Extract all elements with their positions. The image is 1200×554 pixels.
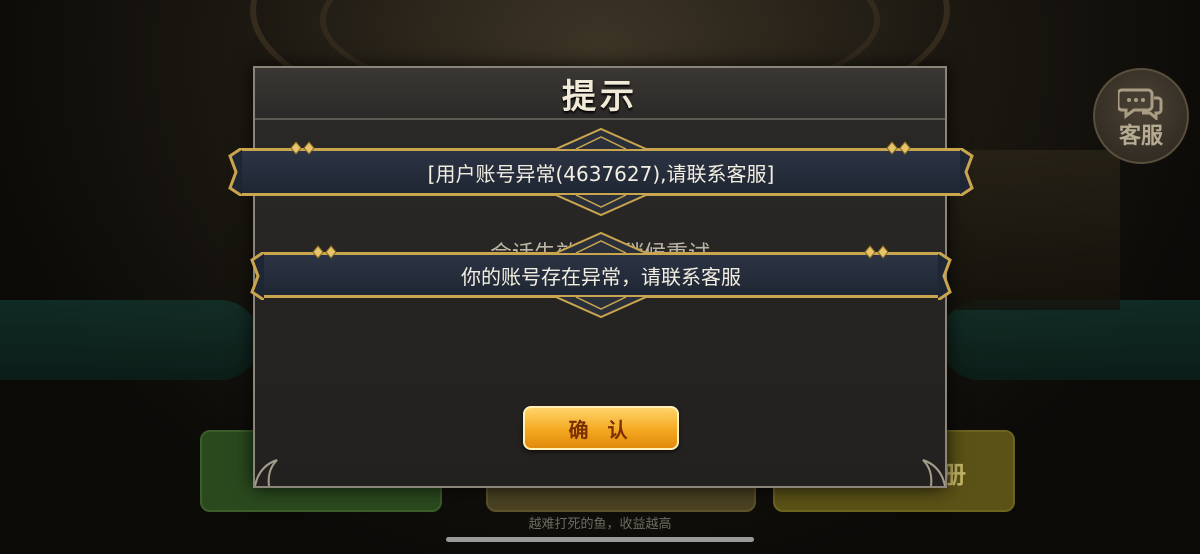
crest-ornament-icon [556,231,646,253]
corner-ornament-right [922,459,945,486]
chat-bubbles-icon [1118,88,1163,120]
slogan-text: 越难打死的鱼，收益越高 [528,517,672,532]
confirm-button[interactable]: 确 认 [523,406,679,450]
billiard-table-right [940,300,1200,380]
dialog-header: 提示 [255,68,945,120]
banner-cap-left [250,252,264,300]
customer-service-button[interactable]: 客服 [1093,68,1189,164]
corner-ornament-left [255,459,278,486]
dialog-title: 提示 [562,76,638,117]
crest-ornament-icon [556,195,646,217]
confirm-button-label: 确 认 [568,417,634,442]
toast-text: 你的账号存在异常，请联系客服 [461,264,741,289]
toast-banner-account-error: [用户账号异常(4637627),请联系客服] [228,127,974,217]
banner-cap-right [960,148,974,196]
diamond-ornament-icon [290,141,315,155]
crest-ornament-icon [556,297,646,319]
toast-banner-contact-support: 你的账号存在异常，请联系客服 [250,231,952,319]
bar-shelf [950,150,1120,310]
diamond-ornament-icon [864,245,889,259]
customer-service-label: 客服 [1118,124,1163,149]
billiard-table-left [0,300,260,380]
banner-cap-right [938,252,952,300]
toast-text: [用户账号异常(4637627),请联系客服] [427,161,775,186]
diamond-ornament-icon [886,141,911,155]
diamond-ornament-icon [312,245,337,259]
home-indicator-bar[interactable] [446,537,754,542]
crest-ornament-icon [556,127,646,149]
banner-cap-left [228,148,242,196]
